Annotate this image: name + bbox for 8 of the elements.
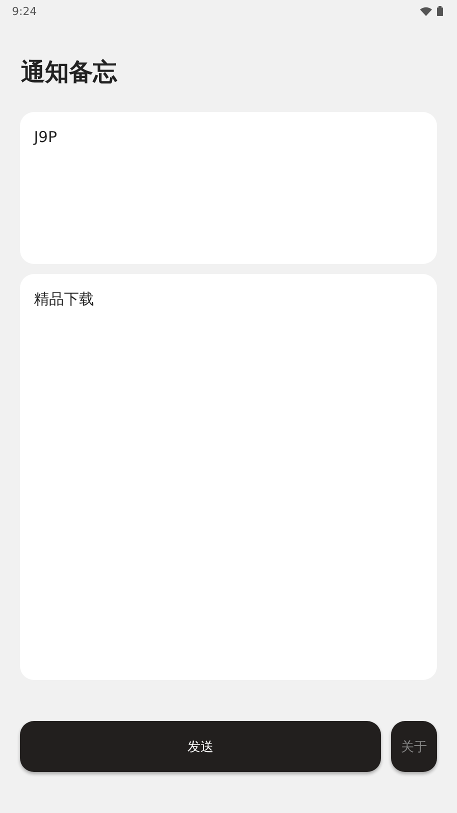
send-button[interactable]: 发送 — [20, 721, 381, 772]
about-button[interactable]: 关于 — [391, 721, 437, 772]
status-time: 9:24 — [12, 4, 37, 18]
title-field[interactable]: J9P — [20, 112, 437, 264]
battery-icon — [437, 6, 443, 16]
content-field[interactable]: 精品下载 — [20, 274, 437, 680]
wifi-icon — [420, 6, 432, 16]
page-title: 通知备忘 — [21, 57, 118, 88]
